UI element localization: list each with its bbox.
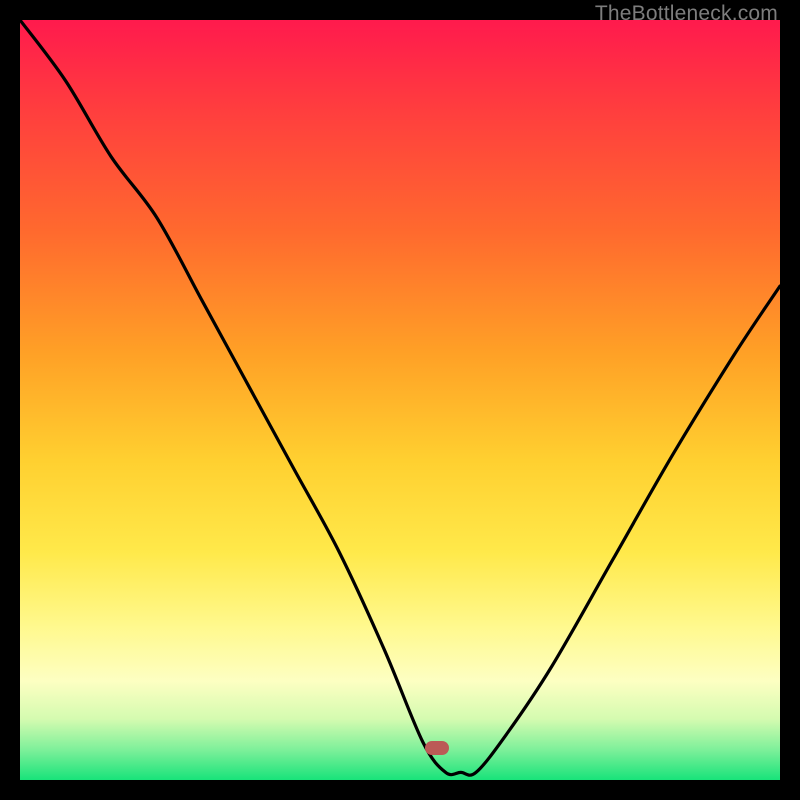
plot-area (20, 20, 780, 780)
optimum-marker (425, 741, 449, 755)
bottleneck-curve (20, 20, 780, 780)
chart-frame: TheBottleneck.com (0, 0, 800, 800)
